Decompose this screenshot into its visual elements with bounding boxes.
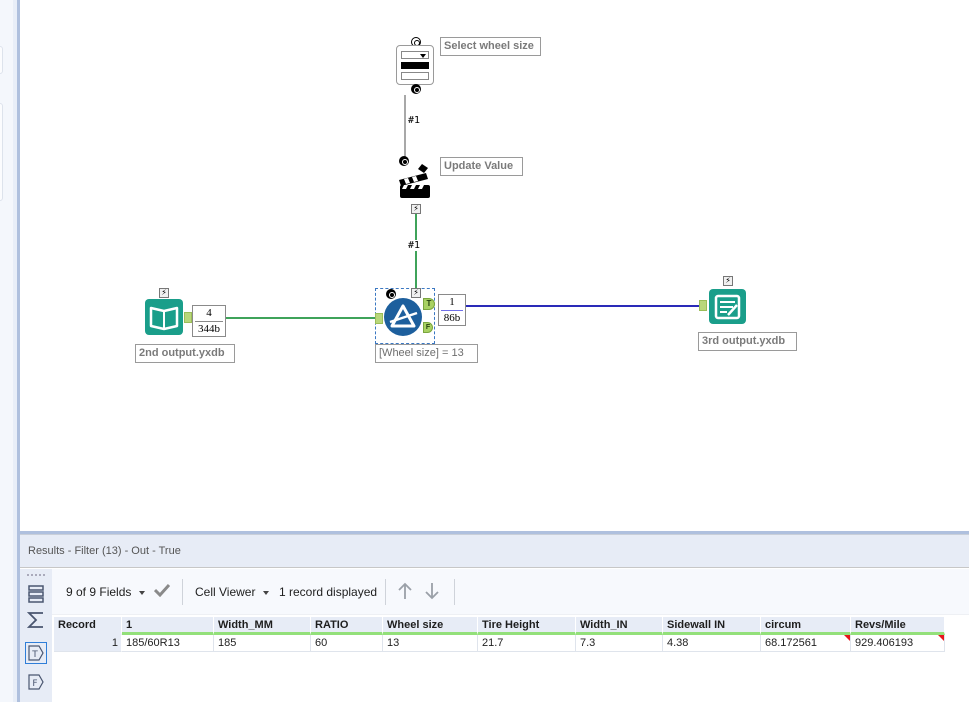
count-divider xyxy=(441,310,463,311)
record-count-box: 1 86b xyxy=(438,294,466,326)
false-anchor-icon: F xyxy=(28,674,44,690)
scroll-down-button[interactable] xyxy=(424,582,440,603)
column-header[interactable]: Width_MM xyxy=(214,617,311,635)
column-header[interactable]: circum xyxy=(761,617,851,635)
output-connector[interactable] xyxy=(184,312,192,323)
table-view-button[interactable] xyxy=(25,583,47,605)
false-anchor-button[interactable]: F xyxy=(25,671,47,693)
column-header[interactable]: Record xyxy=(54,617,122,635)
column-header[interactable]: RATIO xyxy=(311,617,383,635)
truncation-flag-icon xyxy=(938,635,944,641)
results-grid[interactable]: Record 1 Width_MM RATIO Wheel size Tire … xyxy=(54,617,945,652)
chevron-down-icon xyxy=(263,590,270,595)
dropdown-bar xyxy=(401,62,429,69)
input-annotation: 2nd output.yxdb xyxy=(135,344,235,363)
filter-prism-icon xyxy=(389,304,418,328)
record-count: 1 xyxy=(449,296,455,308)
checkmark-icon xyxy=(153,583,171,598)
true-anchor-icon: T xyxy=(28,645,44,661)
column-header[interactable]: Sidewall IN xyxy=(663,617,761,635)
truncation-flag-icon xyxy=(844,635,850,641)
fields-dropdown[interactable]: 9 of 9 Fields xyxy=(66,585,146,599)
book-input-icon xyxy=(149,306,179,331)
update-value-tool[interactable] xyxy=(398,162,432,198)
clapperboard-icon xyxy=(399,164,430,198)
arrow-down-icon xyxy=(425,583,439,600)
table-cell[interactable]: 13 xyxy=(383,635,478,652)
record-count-box: 4 344b xyxy=(192,305,226,337)
lightning-anchor-icon[interactable]: ⚡ xyxy=(411,204,421,214)
toolbar-separator xyxy=(454,579,455,605)
table-cell[interactable]: 185/60R13 xyxy=(122,635,214,652)
column-header[interactable]: 1 xyxy=(122,617,214,635)
cell-value: 68.172561 xyxy=(765,637,817,649)
toolbar-separator xyxy=(385,579,386,605)
output-data-tool[interactable] xyxy=(709,289,746,324)
results-panel: Results - Filter (13) - Out - True T F 9… xyxy=(20,534,969,702)
dropdown-field xyxy=(401,72,429,80)
wire-label: #1 xyxy=(407,115,422,126)
input-connector[interactable] xyxy=(375,313,383,324)
table-cell[interactable]: 68.172561 xyxy=(761,635,851,652)
fields-label: 9 of 9 Fields xyxy=(66,585,132,599)
sigma-icon xyxy=(27,612,43,628)
true-output-connector[interactable]: T xyxy=(423,298,435,310)
wire-layer xyxy=(226,95,700,319)
scroll-up-button[interactable] xyxy=(397,582,413,603)
table-cell[interactable]: 21.7 xyxy=(478,635,576,652)
record-number: 1 xyxy=(54,635,122,652)
results-header: Results - Filter (13) - Out - True xyxy=(20,534,969,568)
toolbar-separator xyxy=(182,579,183,605)
apply-button[interactable] xyxy=(153,583,171,600)
column-header[interactable]: Revs/Mile xyxy=(851,617,945,635)
lightning-anchor-icon[interactable]: ⚡ xyxy=(723,276,733,286)
cell-value: 929.406193 xyxy=(855,637,914,649)
table-rows-icon xyxy=(28,585,44,603)
arrow-up-icon xyxy=(398,582,412,599)
update-value-annotation: Update Value xyxy=(440,157,523,176)
chevron-down-icon xyxy=(139,590,146,595)
grip-handle[interactable] xyxy=(27,574,45,576)
table-cell[interactable]: 7.3 xyxy=(576,635,663,652)
column-header[interactable]: Tire Height xyxy=(478,617,576,635)
input-connector[interactable] xyxy=(699,300,707,311)
table-cell[interactable]: 185 xyxy=(214,635,311,652)
question-anchor-icon[interactable] xyxy=(411,84,421,94)
dropdown-annotation: Select wheel size xyxy=(440,37,541,56)
table-cell[interactable]: 4.38 xyxy=(663,635,761,652)
filter-annotation: [Wheel size] = 13 xyxy=(375,344,478,363)
column-header[interactable]: Width_IN xyxy=(576,617,663,635)
input-data-tool[interactable] xyxy=(145,299,183,335)
header-row: Record 1 Width_MM RATIO Wheel size Tire … xyxy=(54,617,945,635)
table-cell[interactable]: 60 xyxy=(311,635,383,652)
record-count-label: 1 record displayed xyxy=(279,585,378,599)
lightning-anchor-icon[interactable]: ⚡ xyxy=(159,288,169,298)
filter-tool[interactable] xyxy=(384,298,422,336)
table-cell[interactable]: 929.406193 xyxy=(851,635,945,652)
column-header[interactable]: Wheel size xyxy=(383,617,478,635)
svg-text:F: F xyxy=(32,679,37,689)
svg-text:T: T xyxy=(31,650,38,660)
output-annotation: 3rd output.yxdb xyxy=(698,332,797,351)
designer-window: Select wheel size #1 Update Value ⚡ #1 ⚡… xyxy=(0,0,969,702)
results-toolbar: 9 of 9 Fields Cell Viewer 1 record displ… xyxy=(52,569,969,615)
dropdown-tool[interactable] xyxy=(396,45,434,85)
wire-label: #1 xyxy=(407,240,422,251)
dropdown-interface-icon xyxy=(401,51,429,59)
lightning-anchor-icon[interactable]: ⚡ xyxy=(411,288,421,298)
record-count: 4 xyxy=(206,307,212,319)
count-divider xyxy=(195,321,223,322)
results-side-bar: T F xyxy=(20,569,52,702)
table-row[interactable]: 1 185/60R13 185 60 13 21.7 7.3 4.38 68.1… xyxy=(54,635,945,652)
cell-viewer-label: Cell Viewer xyxy=(195,585,256,599)
cell-viewer-dropdown[interactable]: Cell Viewer xyxy=(195,585,270,599)
record-size: 86b xyxy=(443,312,461,324)
true-anchor-button[interactable]: T xyxy=(25,642,47,664)
results-title: Results - Filter (13) - Out - True xyxy=(28,545,181,557)
record-size: 344b xyxy=(198,323,220,335)
output-document-icon xyxy=(714,294,741,320)
summary-button[interactable] xyxy=(25,609,47,631)
